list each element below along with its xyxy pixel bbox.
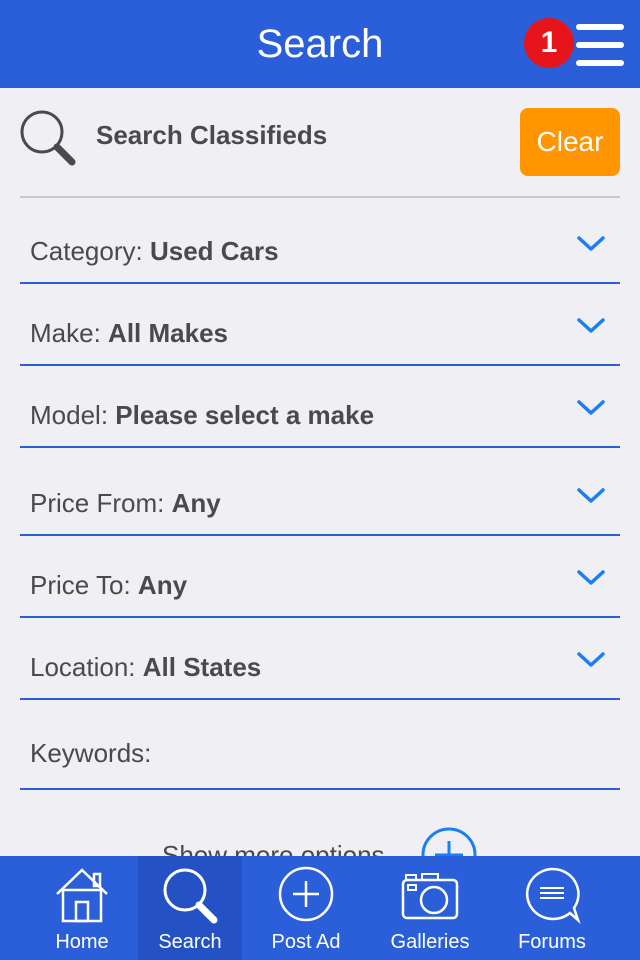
tab-galleries[interactable]: Galleries [370,856,490,960]
price-from-value: Any [171,488,221,518]
location-value: All States [142,652,262,682]
location-select[interactable]: Location: All States [20,618,620,700]
menu-bar-icon [576,24,624,30]
model-label: Model: [30,400,109,430]
tab-home[interactable]: Home [20,856,144,960]
price-to-select[interactable]: Price To: Any [20,536,620,618]
hamburger-menu-button[interactable] [570,22,628,68]
search-icon [163,868,218,924]
menu-bar-icon [576,60,624,66]
make-value: All Makes [108,318,228,348]
chevron-down-icon [577,400,605,415]
chevron-down-icon [577,652,605,667]
price-from-field-label: Price From: Any [30,488,221,519]
menu-bar-icon [576,42,624,48]
price-to-label: Price To: [30,570,131,600]
keywords-field-label: Keywords: [30,738,151,769]
home-icon [56,868,108,923]
make-label: Make: [30,318,101,348]
tab-forums[interactable]: Forums [494,856,610,960]
plus-circle-icon [278,866,334,922]
notification-badge[interactable]: 1 [524,18,574,68]
search-section-title: Search Classifieds [96,120,328,150]
category-field-label: Category: Used Cars [30,236,279,267]
tab-label: Home [55,931,109,953]
make-field-label: Make: All Makes [30,318,228,349]
model-select[interactable]: Model: Please select a make [20,366,620,448]
chat-bubble-icon [525,867,581,924]
tab-search[interactable]: Search [138,856,242,960]
divider [20,196,620,198]
search-icon [20,110,76,166]
tab-label: Search [158,931,222,953]
show-more-options-row[interactable]: Show more options [0,820,640,883]
clear-button[interactable]: Clear [520,108,620,176]
tab-label: Post Ad [271,931,341,953]
price-to-value: Any [137,570,188,600]
tab-post-ad[interactable]: Post Ad [246,856,366,960]
tab-label: Forums [518,931,586,953]
header-bar: Search 1 [0,0,640,88]
search-heading-row: Search Classifieds Clear [0,88,640,198]
bottom-tab-bar: Home Search Post Ad Galleries Forums [0,856,640,960]
make-select[interactable]: Make: All Makes [20,284,620,366]
camera-icon [401,873,459,920]
price-from-label: Price From: [30,488,165,518]
chevron-down-icon [577,488,605,503]
tab-label: Galleries [390,931,470,953]
price-from-select[interactable]: Price From: Any [20,448,620,536]
model-field-label: Model: Please select a make [30,400,374,431]
chevron-down-icon [577,570,605,585]
model-value: Please select a make [115,400,375,430]
location-label: Location: [30,652,136,682]
category-label: Category: [30,236,143,266]
category-select[interactable]: Category: Used Cars [20,200,620,284]
category-value: Used Cars [149,236,279,266]
location-field-label: Location: All States [30,652,261,683]
price-to-field-label: Price To: Any [30,570,187,601]
keywords-label: Keywords: [30,738,152,768]
chevron-down-icon [577,236,605,251]
keywords-field[interactable]: Keywords: [20,700,620,790]
chevron-down-icon [577,318,605,333]
